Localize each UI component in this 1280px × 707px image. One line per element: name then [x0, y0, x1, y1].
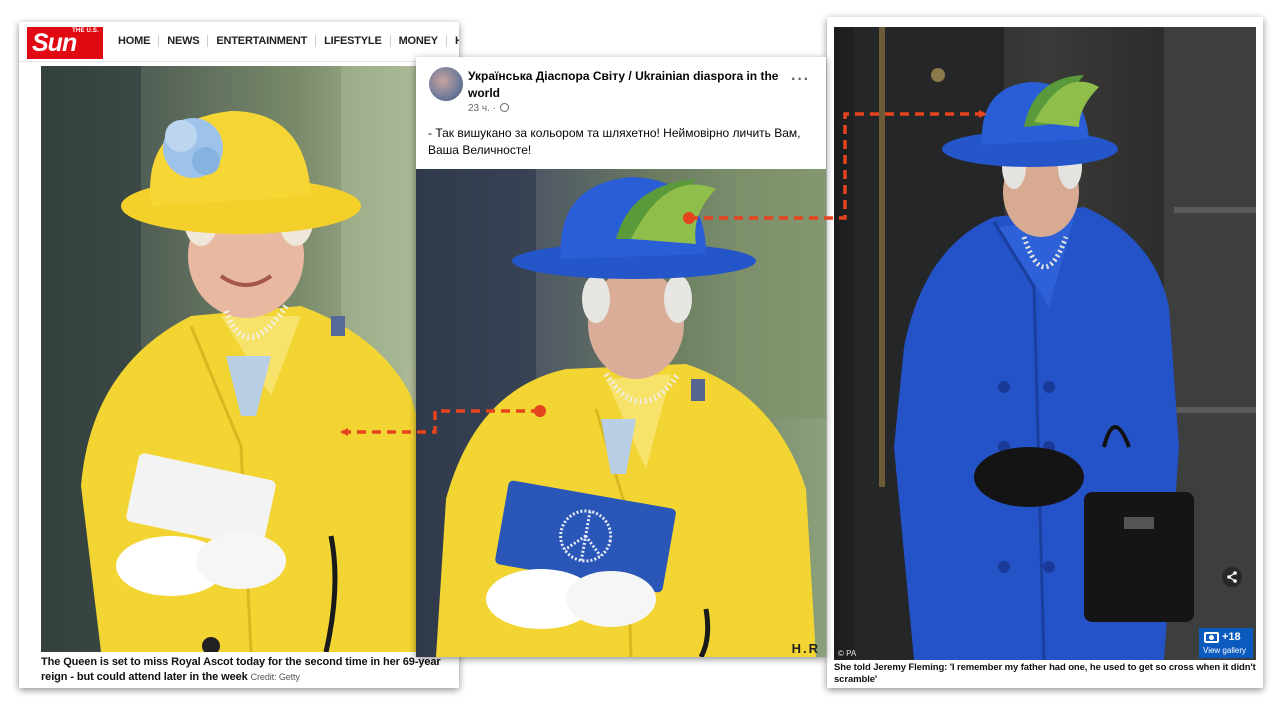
facebook-post-header: Українська Діаспора Світу / Ukrainian di… — [416, 57, 826, 169]
queen-composite-illustration — [416, 169, 826, 657]
share-glyph — [1227, 571, 1237, 583]
gallery-count: +18 — [1222, 631, 1241, 643]
sun-photo-caption: The Queen is set to miss Royal Ascot tod… — [41, 655, 456, 685]
page-avatar[interactable] — [429, 67, 463, 101]
sun-logo[interactable]: THE U.S. Sun — [27, 27, 103, 59]
queen-blue-photo[interactable]: © PA +18 View gallery — [834, 27, 1256, 660]
sun-caption-credit: Credit: Getty — [250, 672, 300, 682]
sun-logo-text: Sun — [32, 29, 77, 57]
dailymail-photo-credit: © PA — [838, 649, 857, 658]
queen-yellow-illustration — [41, 66, 437, 652]
post-time[interactable]: 23 ч. · — [468, 103, 496, 114]
photo-watermark: H.R — [791, 641, 820, 656]
nav-item-health[interactable]: HEALTH — [447, 35, 459, 47]
gallery-label: View gallery — [1203, 646, 1246, 655]
comparison-collage: THE U.S. Sun HOME NEWS ENTERTAINMENT LIF… — [0, 0, 1280, 707]
page-name[interactable]: Українська Діаспора Світу / Ukrainian di… — [468, 68, 788, 102]
nav-item-home[interactable]: HOME — [110, 35, 160, 47]
queen-composite-photo[interactable]: H.R — [416, 169, 826, 657]
nav-item-money[interactable]: MONEY — [391, 35, 447, 47]
view-gallery-button[interactable]: +18 View gallery — [1199, 628, 1253, 658]
sun-navbar: THE U.S. Sun HOME NEWS ENTERTAINMENT LIF… — [19, 22, 459, 62]
sun-nav-menu: HOME NEWS ENTERTAINMENT LIFESTYLE MONEY … — [110, 35, 459, 47]
queen-yellow-photo[interactable] — [41, 66, 437, 652]
globe-icon — [499, 103, 509, 112]
share-icon[interactable] — [1222, 567, 1242, 587]
nav-item-entertainment[interactable]: ENTERTAINMENT — [208, 35, 317, 47]
post-meta: 23 ч. · — [468, 103, 509, 114]
facebook-post-card: Українська Діаспора Світу / Ukrainian di… — [416, 57, 826, 657]
dailymail-photo-caption: She told Jeremy Fleming: 'I remember my … — [834, 662, 1256, 685]
sun-caption-text: The Queen is set to miss Royal Ascot tod… — [41, 656, 441, 683]
nav-item-lifestyle[interactable]: LIFESTYLE — [316, 35, 391, 47]
sun-article-card: THE U.S. Sun HOME NEWS ENTERTAINMENT LIF… — [19, 22, 459, 688]
queen-blue-illustration — [854, 27, 1256, 660]
camera-icon — [1204, 632, 1219, 643]
post-text: - Так вишукано за кольором та шляхетно! … — [428, 126, 801, 157]
dailymail-article-card: © PA +18 View gallery She told Jeremy Fl… — [827, 17, 1263, 688]
nav-item-news[interactable]: NEWS — [159, 35, 209, 47]
more-options-icon[interactable]: ··· — [791, 71, 810, 89]
